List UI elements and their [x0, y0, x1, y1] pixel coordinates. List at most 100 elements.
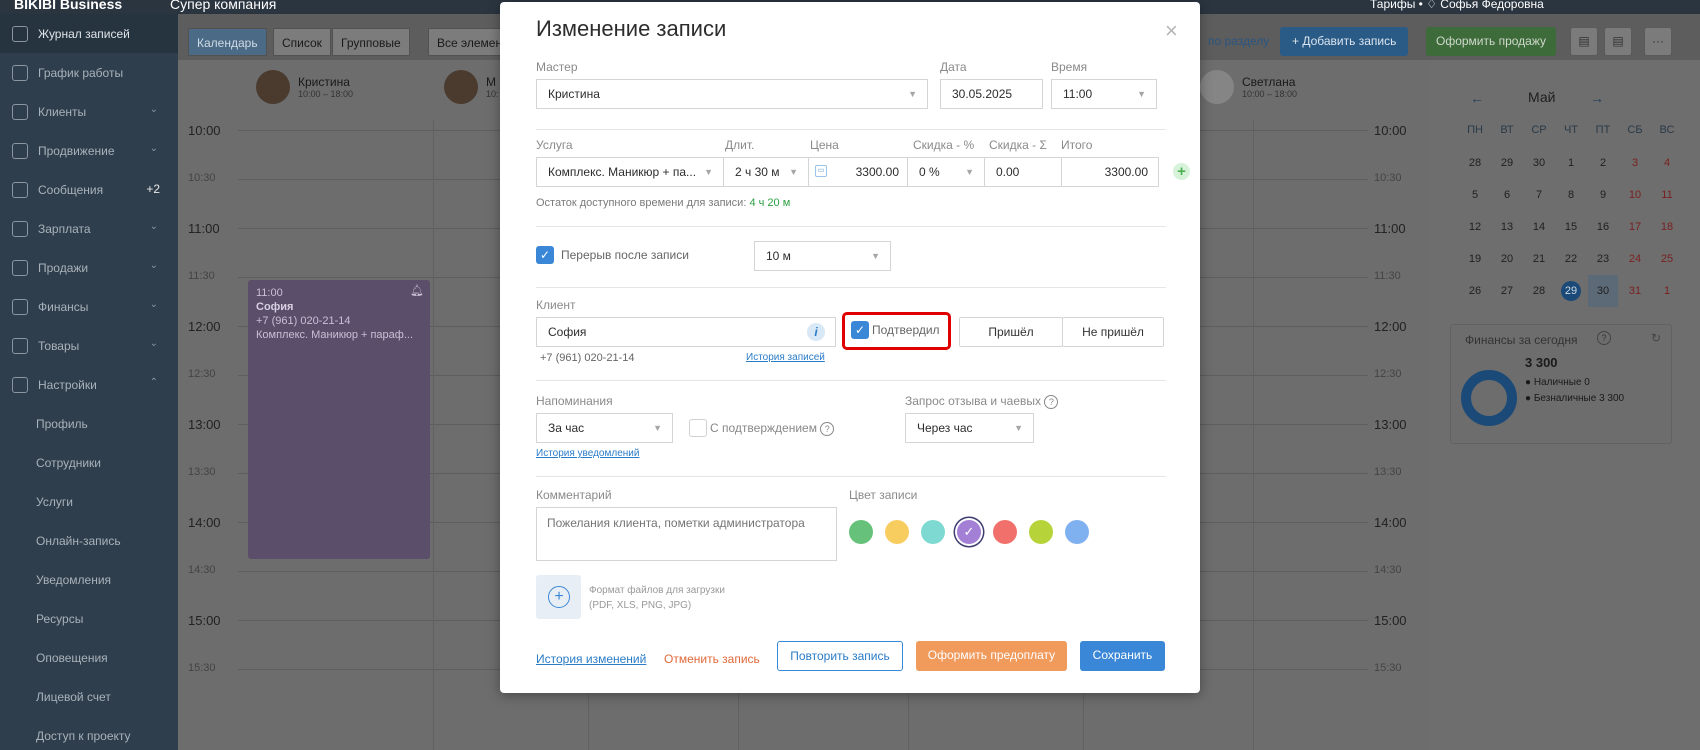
refresh-icon[interactable]: ↻: [1651, 331, 1661, 345]
time-select[interactable]: 11:00 ▼: [1051, 79, 1157, 109]
with-confirmation-checkbox[interactable]: [689, 419, 707, 437]
records-history-link[interactable]: История записей: [746, 352, 825, 363]
sidebar-item[interactable]: Товары ⌄: [0, 326, 178, 365]
calendar-day[interactable]: 9: [1588, 182, 1618, 208]
sidebar-subitem[interactable]: Лицевой счет: [0, 677, 178, 716]
break-select[interactable]: 10 м ▼: [754, 241, 891, 271]
sidebar-item[interactable]: График работы: [0, 53, 178, 92]
color-option[interactable]: [849, 520, 873, 544]
add-service-icon[interactable]: +: [1173, 163, 1190, 180]
calendar-day[interactable]: 29: [1561, 281, 1581, 301]
color-option[interactable]: [921, 520, 945, 544]
total-field[interactable]: 3300.00: [1061, 157, 1159, 187]
color-option[interactable]: [1065, 520, 1089, 544]
calendar-day[interactable]: 3: [1620, 150, 1650, 176]
calendar-day[interactable]: 26: [1460, 278, 1490, 304]
date-field[interactable]: 30.05.2025: [940, 79, 1043, 109]
master-select[interactable]: Кристина ▼: [536, 79, 928, 109]
close-icon[interactable]: ×: [1165, 20, 1178, 42]
calendar-day[interactable]: 1: [1556, 150, 1586, 176]
sidebar-item[interactable]: Продажи ⌄: [0, 248, 178, 287]
calendar-day[interactable]: 6: [1492, 182, 1522, 208]
sidebar-item[interactable]: Сообщения +2: [0, 170, 178, 209]
calendar-day[interactable]: 28: [1524, 278, 1554, 304]
client-field[interactable]: София i: [536, 317, 836, 347]
repeat-record-button[interactable]: Повторить запись: [777, 641, 903, 671]
sidebar-subitem[interactable]: Оповещения: [0, 638, 178, 677]
user-menu[interactable]: Тарифы • ♢ Софья Федоровна: [1370, 0, 1544, 11]
calendar-day[interactable]: 7: [1524, 182, 1554, 208]
prepay-button[interactable]: Оформить предоплату: [916, 641, 1067, 671]
sidebar-item[interactable]: Продвижение ⌄: [0, 131, 178, 170]
sidebar-item[interactable]: Журнал записей: [0, 14, 178, 53]
calendar-day[interactable]: 11: [1652, 182, 1682, 208]
tab-group[interactable]: Групповые: [332, 28, 410, 56]
calendar-day[interactable]: 19: [1460, 246, 1490, 272]
calendar-day[interactable]: 1: [1652, 278, 1682, 304]
calendar-day[interactable]: 21: [1524, 246, 1554, 272]
color-option[interactable]: [885, 520, 909, 544]
confirmed-checkbox[interactable]: ✓: [851, 321, 869, 339]
color-option[interactable]: ✓: [957, 520, 981, 544]
cash-register-icon[interactable]: ▤: [1570, 27, 1598, 56]
calendar-day[interactable]: 16: [1588, 214, 1618, 240]
sidebar-subitem[interactable]: Уведомления: [0, 560, 178, 599]
calendar-day[interactable]: 31: [1620, 278, 1650, 304]
master-column-header[interactable]: Кристина 10:00 – 18:00: [256, 70, 353, 104]
sidebar-subitem[interactable]: Онлайн-запись: [0, 521, 178, 560]
sidebar-subitem[interactable]: Профиль: [0, 404, 178, 443]
sidebar-subitem[interactable]: Сотрудники: [0, 443, 178, 482]
review-select[interactable]: Через час ▼: [905, 413, 1034, 443]
sidebar-item[interactable]: Зарплата ⌄: [0, 209, 178, 248]
discount-sum-field[interactable]: 0.00: [984, 157, 1062, 187]
calendar-day[interactable]: 30: [1524, 150, 1554, 176]
calendar-day[interactable]: 4: [1652, 150, 1682, 176]
color-option[interactable]: [1029, 520, 1053, 544]
calendar-day[interactable]: 14: [1524, 214, 1554, 240]
add-record-button[interactable]: + Добавить запись: [1280, 27, 1409, 56]
calendar-day[interactable]: 18: [1652, 214, 1682, 240]
calendar-day[interactable]: 23: [1588, 246, 1618, 272]
calendar-day[interactable]: 2: [1588, 150, 1618, 176]
price-field[interactable]: ▭ 3300.00: [808, 157, 908, 187]
reminder-select[interactable]: За час ▼: [536, 413, 673, 443]
appointment-card[interactable]: 11:00 София +7 (961) 020-21-14 Комплекс.…: [248, 280, 430, 559]
calendar-day[interactable]: 28: [1460, 150, 1490, 176]
master-column-header[interactable]: М 10:: [444, 70, 499, 104]
calendar-day[interactable]: 12: [1460, 214, 1490, 240]
calendar-day[interactable]: 29: [1492, 150, 1522, 176]
tab-calendar[interactable]: Календарь: [188, 28, 267, 56]
filter-select[interactable]: Все элементы: [428, 28, 508, 56]
calendar-day[interactable]: 30: [1588, 275, 1618, 307]
company-name[interactable]: Супер компания: [170, 0, 276, 12]
sidebar-item[interactable]: Клиенты ⌄: [0, 92, 178, 131]
prev-month-icon[interactable]: ←: [1470, 90, 1484, 106]
service-select[interactable]: Комплекс. Маникюр + па... ▼: [536, 157, 724, 187]
tab-list[interactable]: Список: [273, 28, 331, 56]
more-button[interactable]: ···: [1644, 27, 1672, 56]
color-option[interactable]: [993, 520, 1017, 544]
calendar-day[interactable]: 10: [1620, 182, 1650, 208]
save-button[interactable]: Сохранить: [1080, 641, 1165, 671]
calendar-day[interactable]: 8: [1556, 182, 1586, 208]
help-icon[interactable]: ?: [1597, 331, 1611, 345]
print-icon[interactable]: ▤: [1604, 27, 1632, 56]
comment-field[interactable]: [536, 507, 837, 561]
calendar-day[interactable]: 17: [1620, 214, 1650, 240]
upload-button[interactable]: +: [536, 575, 581, 619]
sidebar-subitem[interactable]: Доступ к проекту: [0, 716, 178, 750]
came-button[interactable]: Пришёл: [959, 317, 1063, 347]
discount-percent-select[interactable]: 0 % ▼: [907, 157, 985, 187]
next-month-icon[interactable]: →: [1590, 90, 1604, 106]
calendar-day[interactable]: 15: [1556, 214, 1586, 240]
sidebar-item[interactable]: Финансы ⌄: [0, 287, 178, 326]
calendar-day[interactable]: 13: [1492, 214, 1522, 240]
section-filter-link[interactable]: по разделу: [1208, 34, 1269, 48]
calendar-day[interactable]: 22: [1556, 246, 1586, 272]
make-sale-button[interactable]: Оформить продажу: [1426, 27, 1557, 56]
calendar-day[interactable]: 27: [1492, 278, 1522, 304]
cancel-record-link[interactable]: Отменить запись: [664, 652, 760, 666]
not-came-button[interactable]: Не пришёл: [1062, 317, 1164, 347]
sidebar-subitem[interactable]: Услуги: [0, 482, 178, 521]
duration-select[interactable]: 2 ч 30 м ▼: [723, 157, 809, 187]
